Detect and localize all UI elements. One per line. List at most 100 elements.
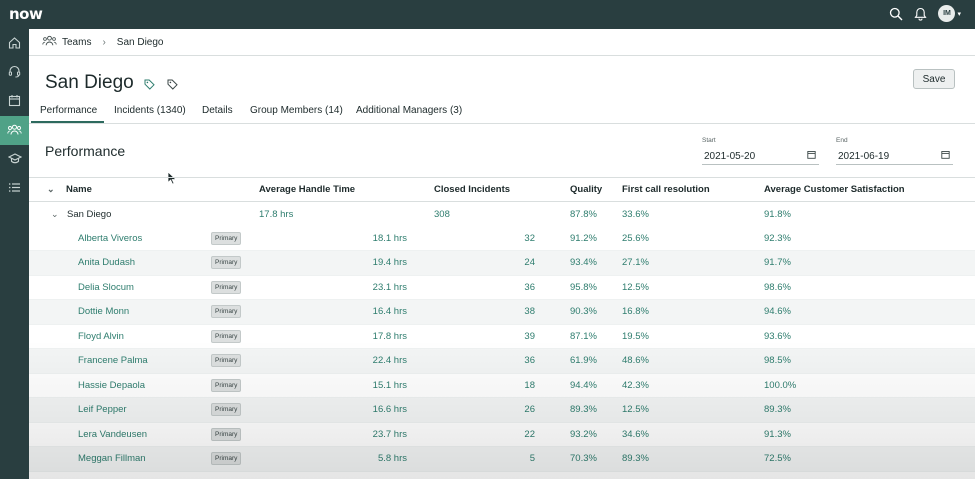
column-header-csat[interactable]: Average Customer Satisfaction bbox=[764, 177, 975, 202]
agent-csat: 72.5% bbox=[764, 446, 975, 472]
agent-csat: 91.3% bbox=[764, 422, 975, 447]
column-header-aht[interactable]: Average Handle Time bbox=[259, 177, 409, 202]
user-menu[interactable]: IM ▾ bbox=[938, 5, 961, 22]
table-row[interactable]: Leif Pepper Primary 16.6 hrs 26 89.3% 12.5% 89… bbox=[29, 397, 975, 423]
table-row[interactable]: Floyd Alvin Primary 17.8 hrs 39 87.1% 19.5% 93… bbox=[29, 324, 975, 349]
sidebar-item-home[interactable] bbox=[0, 29, 29, 58]
column-header-spacer bbox=[211, 177, 259, 202]
expand-toggle[interactable]: ⌄ bbox=[29, 202, 66, 227]
agent-quality: 93.4% bbox=[570, 250, 622, 276]
primary-badge-cell: Primary bbox=[211, 348, 259, 374]
primary-badge-cell: Primary bbox=[211, 226, 259, 251]
group-spacer bbox=[409, 202, 434, 227]
agent-name-link[interactable]: Delia Slocum bbox=[66, 275, 211, 300]
agent-name-link[interactable]: Dottie Monn bbox=[66, 299, 211, 325]
table-row[interactable]: Anita Dudash Primary 19.4 hrs 24 93.4% 27.1% 9… bbox=[29, 250, 975, 276]
calendar-icon[interactable] bbox=[941, 150, 950, 162]
table-row[interactable]: Hassie Depaola Primary 15.1 hrs 18 94.4% 42.3… bbox=[29, 373, 975, 398]
servicenow-logo[interactable]: now bbox=[9, 5, 43, 23]
group-row[interactable]: ⌄ San Diego 17.8 hrs 308 87.8% 33.6% 91.… bbox=[29, 202, 975, 227]
start-date-field[interactable]: 2021-05-20 bbox=[702, 148, 819, 165]
row-spacer bbox=[29, 299, 66, 325]
group-spacer bbox=[211, 202, 259, 227]
agent-name-link[interactable]: Floyd Alvin bbox=[66, 324, 211, 349]
tab-additional-managers[interactable]: Additional Managers (3) bbox=[356, 105, 462, 116]
tag-outline-icon[interactable] bbox=[167, 79, 178, 93]
table-row[interactable]: Meggan Fillman Primary 5.8 hrs 5 70.3% 89.3% 7… bbox=[29, 446, 975, 472]
agent-aht: 23.1 hrs bbox=[259, 275, 409, 300]
top-actions: IM ▾ bbox=[889, 5, 961, 22]
tab-details[interactable]: Details bbox=[202, 105, 233, 116]
table-row[interactable]: Lera Vandeusen Primary 23.7 hrs 22 93.2% 34.6… bbox=[29, 422, 975, 447]
agent-fcr: 25.6% bbox=[622, 226, 764, 251]
collapse-all-toggle[interactable]: ⌄ bbox=[29, 177, 66, 202]
tab-group-members[interactable]: Group Members (14) bbox=[250, 105, 343, 116]
table-row[interactable]: Alberta Viveros Primary 18.1 hrs 32 91.2% 25.… bbox=[29, 226, 975, 251]
primary-badge-cell: Primary bbox=[211, 446, 259, 472]
status-badge: Primary bbox=[211, 378, 242, 392]
agent-name-link[interactable]: Leif Pepper bbox=[66, 397, 211, 423]
status-badge: Primary bbox=[211, 280, 242, 294]
agent-fcr: 12.5% bbox=[622, 275, 764, 300]
section-title: Performance bbox=[45, 143, 126, 159]
column-header-quality[interactable]: Quality bbox=[570, 177, 622, 202]
row-spacer bbox=[409, 275, 434, 300]
column-header-closed[interactable]: Closed Incidents bbox=[434, 177, 537, 202]
row-spacer bbox=[537, 348, 570, 374]
agent-fcr: 48.6% bbox=[622, 348, 764, 374]
agent-closed: 38 bbox=[434, 299, 537, 325]
performance-table: ⌄ Name Average Handle Time Closed Incide… bbox=[29, 177, 975, 472]
start-date-label: Start bbox=[702, 137, 716, 144]
status-badge: Primary bbox=[211, 427, 242, 441]
table-row[interactable]: Delia Slocum Primary 23.1 hrs 36 95.8% 12.5% 9… bbox=[29, 275, 975, 300]
agent-closed: 39 bbox=[434, 324, 537, 349]
row-spacer bbox=[29, 446, 66, 472]
end-date-value: 2021-06-19 bbox=[838, 150, 890, 162]
tag-icon[interactable] bbox=[144, 79, 155, 93]
tab-incidents[interactable]: Incidents (1340) bbox=[114, 105, 186, 116]
agent-closed: 18 bbox=[434, 373, 537, 398]
table-row[interactable]: Francene Palma Primary 22.4 hrs 36 61.9% 48.6… bbox=[29, 348, 975, 374]
sidebar-item-schedule[interactable] bbox=[0, 87, 29, 116]
row-spacer bbox=[409, 373, 434, 398]
agent-name-link[interactable]: Hassie Depaola bbox=[66, 373, 211, 398]
top-navigation-bar: now IM ▾ bbox=[0, 0, 975, 29]
table-row[interactable]: Dottie Monn Primary 16.4 hrs 38 90.3% 16.8% 94… bbox=[29, 299, 975, 325]
sidebar-item-learning[interactable] bbox=[0, 145, 29, 174]
agent-aht: 17.8 hrs bbox=[259, 324, 409, 349]
agent-csat: 98.6% bbox=[764, 275, 975, 300]
end-date-field[interactable]: 2021-06-19 bbox=[836, 148, 953, 165]
notification-bell-icon[interactable] bbox=[914, 7, 928, 21]
search-icon[interactable] bbox=[889, 7, 903, 21]
row-spacer bbox=[409, 324, 434, 349]
column-header-spacer bbox=[537, 177, 570, 202]
agent-quality: 94.4% bbox=[570, 373, 622, 398]
agent-quality: 89.3% bbox=[570, 397, 622, 423]
agent-name-link[interactable]: Meggan Fillman bbox=[66, 446, 211, 472]
tab-performance[interactable]: Performance bbox=[40, 105, 97, 116]
agent-name-link[interactable]: Francene Palma bbox=[66, 348, 211, 374]
agent-fcr: 19.5% bbox=[622, 324, 764, 349]
breadcrumb-teams-link[interactable]: Teams bbox=[62, 37, 91, 48]
row-spacer bbox=[29, 226, 66, 251]
group-spacer bbox=[537, 202, 570, 227]
agent-name-link[interactable]: Alberta Viveros bbox=[66, 226, 211, 251]
save-button[interactable]: Save bbox=[913, 69, 955, 89]
agent-name-link[interactable]: Anita Dudash bbox=[66, 250, 211, 276]
row-spacer bbox=[29, 348, 66, 374]
column-header-fcr[interactable]: First call resolution bbox=[622, 177, 764, 202]
row-spacer bbox=[409, 422, 434, 447]
agent-name-link[interactable]: Lera Vandeusen bbox=[66, 422, 211, 447]
calendar-icon[interactable] bbox=[807, 150, 816, 162]
agent-aht: 23.7 hrs bbox=[259, 422, 409, 447]
primary-badge-cell: Primary bbox=[211, 373, 259, 398]
chevron-down-icon: ⌄ bbox=[51, 208, 59, 219]
column-header-name[interactable]: Name bbox=[66, 177, 211, 202]
group-closed: 308 bbox=[434, 208, 450, 220]
sidebar-item-agent[interactable] bbox=[0, 58, 29, 87]
row-spacer bbox=[537, 250, 570, 276]
sidebar-item-teams[interactable] bbox=[0, 116, 29, 145]
teams-icon bbox=[7, 123, 22, 139]
agent-quality: 87.1% bbox=[570, 324, 622, 349]
sidebar-item-list[interactable] bbox=[0, 174, 29, 203]
